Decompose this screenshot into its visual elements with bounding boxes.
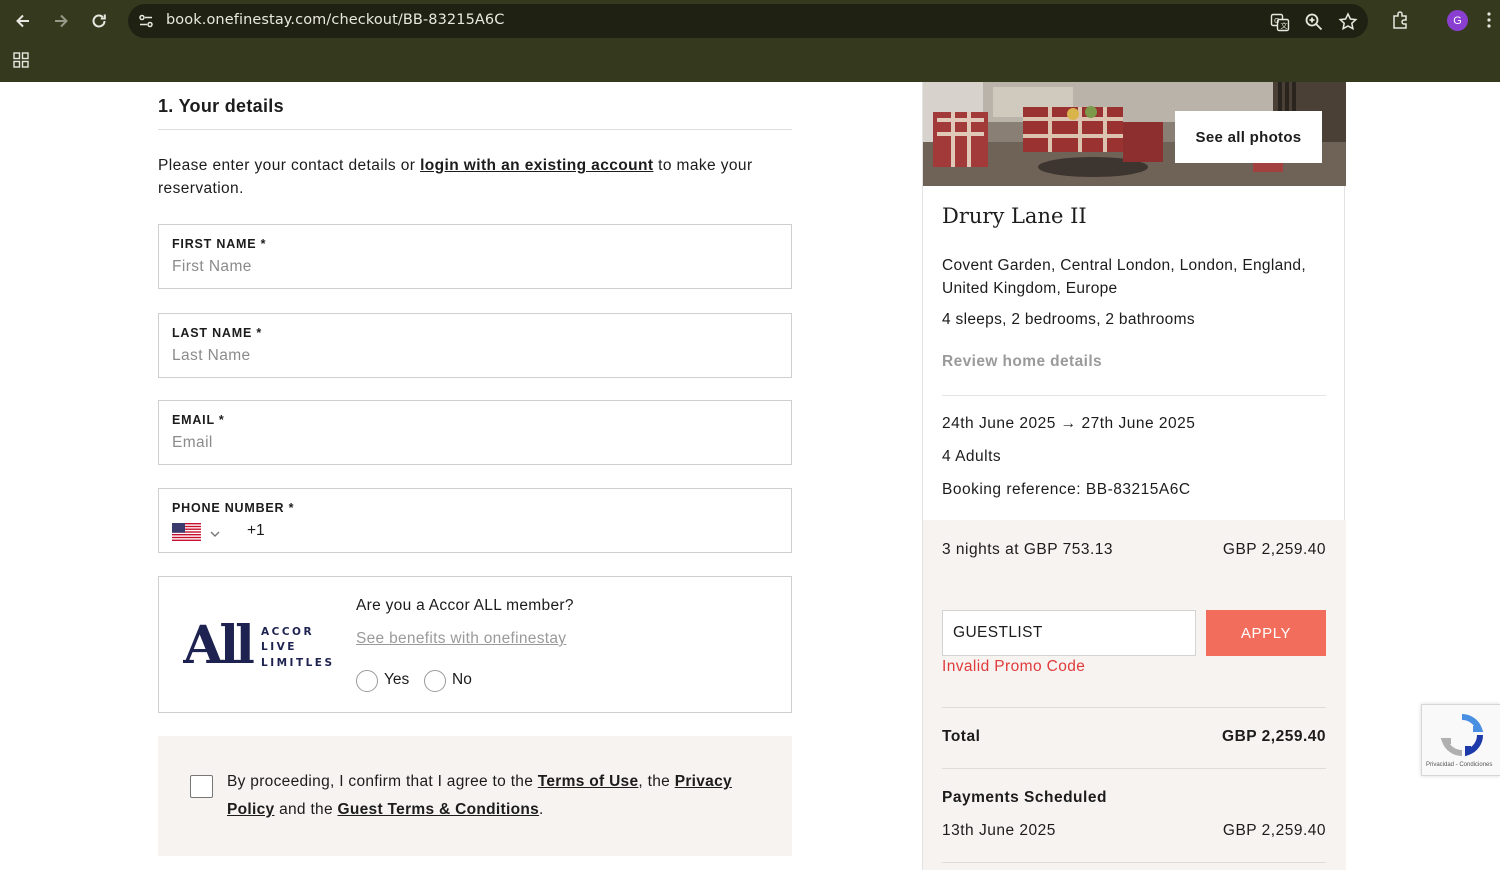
profile-avatar[interactable]: G <box>1447 10 1468 31</box>
site-settings-icon[interactable] <box>137 12 155 30</box>
consent-text-2: , the <box>638 773 675 790</box>
chevron-down-icon[interactable] <box>209 527 221 539</box>
url-text[interactable]: book.onefinestay.com/checkout/BB-83215A6… <box>166 12 504 28</box>
login-existing-account-link[interactable]: login with an existing account <box>420 157 653 174</box>
guest-count: 4 Adults <box>942 448 1002 465</box>
more-menu-icon[interactable] <box>1484 10 1494 30</box>
payment-line: 13th June 2025 GBP 2,259.40 <box>942 822 1326 840</box>
accor-yes-radio[interactable] <box>356 670 378 692</box>
consent-text-3: and the <box>274 801 338 818</box>
review-home-details-link[interactable]: Review home details <box>942 353 1102 371</box>
consent-text-4: . <box>539 801 544 818</box>
price-breakdown: 3 nights at GBP 753.13 GBP 2,259.40 APPL… <box>923 520 1346 870</box>
price-divider <box>942 862 1326 863</box>
recaptcha-badge[interactable]: Privacidad - Condiciones <box>1421 704 1500 776</box>
total-label: Total <box>942 728 981 745</box>
address-bar[interactable]: book.onefinestay.com/checkout/BB-83215A6… <box>128 4 1368 38</box>
svg-text:LIVE: LIVE <box>261 641 297 653</box>
svg-text:ACCOR: ACCOR <box>261 626 314 638</box>
consent-text-1: By proceeding, I confirm that I agree to… <box>227 773 538 790</box>
price-divider <box>942 707 1326 708</box>
payments-scheduled-label: Payments Scheduled <box>942 789 1107 806</box>
zoom-icon[interactable] <box>1304 12 1324 32</box>
first-name-input[interactable] <box>172 258 772 276</box>
accor-benefits-link[interactable]: See benefits with onefinestay <box>356 630 566 648</box>
reload-icon[interactable] <box>86 8 112 34</box>
promo-code-input[interactable] <box>942 610 1196 656</box>
accor-all-logo: All ACCOR LIVE LIMITLESS <box>182 615 342 676</box>
bookmark-star-icon[interactable] <box>1338 12 1358 32</box>
total-line: Total GBP 2,259.40 <box>942 728 1326 746</box>
email-field[interactable]: EMAIL * <box>158 400 792 465</box>
first-name-field[interactable]: FIRST NAME * <box>158 224 792 289</box>
browser-chrome: book.onefinestay.com/checkout/BB-83215A6… <box>0 0 1500 82</box>
consent-text: By proceeding, I confirm that I agree to… <box>227 768 767 824</box>
first-name-label: FIRST NAME * <box>172 237 267 251</box>
terms-of-use-link[interactable]: Terms of Use <box>538 773 639 790</box>
stay-dates: 24th June 2025 → 27th June 2025 <box>942 415 1196 432</box>
intro-text-before: Please enter your contact details or <box>158 157 421 174</box>
nights-line: 3 nights at GBP 753.13 GBP 2,259.40 <box>942 541 1326 559</box>
nights-label: 3 nights at GBP 753.13 <box>942 541 1113 558</box>
property-photo[interactable]: See all photos <box>923 82 1346 186</box>
dial-code: +1 <box>247 522 265 539</box>
section-divider <box>158 129 792 130</box>
booking-reference: Booking reference: BB-83215A6C <box>942 481 1191 498</box>
payment-amount: GBP 2,259.40 <box>1222 822 1326 839</box>
property-capacity: 4 sleeps, 2 bedrooms, 2 bathrooms <box>942 311 1195 328</box>
nights-amount: GBP 2,259.40 <box>1222 541 1326 558</box>
svg-text:All: All <box>183 619 254 671</box>
back-icon[interactable] <box>10 8 36 34</box>
accor-question: Are you a Accor ALL member? <box>356 597 574 614</box>
accor-yes-label[interactable]: Yes <box>384 671 409 689</box>
apps-grid-icon[interactable] <box>12 51 30 69</box>
see-all-photos-button[interactable]: See all photos <box>1175 111 1322 163</box>
last-name-input[interactable] <box>172 347 772 365</box>
accor-no-radio[interactable] <box>424 670 446 692</box>
translate-icon[interactable]: G文 <box>1270 12 1290 32</box>
section-title: 1. Your details <box>158 96 284 116</box>
forward-icon[interactable] <box>48 8 74 34</box>
accor-no-label[interactable]: No <box>452 671 472 689</box>
recaptcha-footer[interactable]: Privacidad - Condiciones <box>1426 762 1492 768</box>
apply-promo-button[interactable]: APPLY <box>1206 610 1326 656</box>
svg-text:文: 文 <box>1281 21 1288 30</box>
payment-date: 13th June 2025 <box>942 822 1056 839</box>
price-divider <box>942 768 1326 769</box>
accor-membership-box: All ACCOR LIVE LIMITLESS Are you a Accor… <box>158 576 792 713</box>
extensions-icon[interactable] <box>1391 10 1411 30</box>
booking-summary: See all photos Drury Lane II Covent Gard… <box>922 82 1346 870</box>
guest-terms-link[interactable]: Guest Terms & Conditions <box>338 801 540 818</box>
promo-error-message: Invalid Promo Code <box>942 658 1086 675</box>
property-name: Drury Lane II <box>942 204 1087 228</box>
property-address: Covent Garden, Central London, London, E… <box>942 257 1306 297</box>
intro-text: Please enter your contact details or log… <box>158 154 792 200</box>
phone-number-field[interactable]: PHONE NUMBER * +1 <box>158 488 792 553</box>
last-name-field[interactable]: LAST NAME * <box>158 313 792 378</box>
total-amount: GBP 2,259.40 <box>1222 728 1326 745</box>
terms-checkbox[interactable] <box>190 775 213 798</box>
consent-box: By proceeding, I confirm that I agree to… <box>158 736 792 856</box>
browser-toolbar: book.onefinestay.com/checkout/BB-83215A6… <box>0 0 1500 41</box>
email-label: EMAIL * <box>172 413 225 427</box>
recaptcha-icon <box>1440 713 1484 757</box>
us-flag-icon[interactable] <box>172 523 201 541</box>
svg-text:G: G <box>1274 17 1279 25</box>
phone-number-label: PHONE NUMBER * <box>172 501 295 515</box>
last-name-label: LAST NAME * <box>172 326 263 340</box>
svg-text:LIMITLESS: LIMITLESS <box>261 657 333 669</box>
summary-divider <box>942 395 1326 396</box>
checkout-page: 1. Your details Please enter your contac… <box>0 82 1500 870</box>
email-input[interactable] <box>172 434 772 452</box>
